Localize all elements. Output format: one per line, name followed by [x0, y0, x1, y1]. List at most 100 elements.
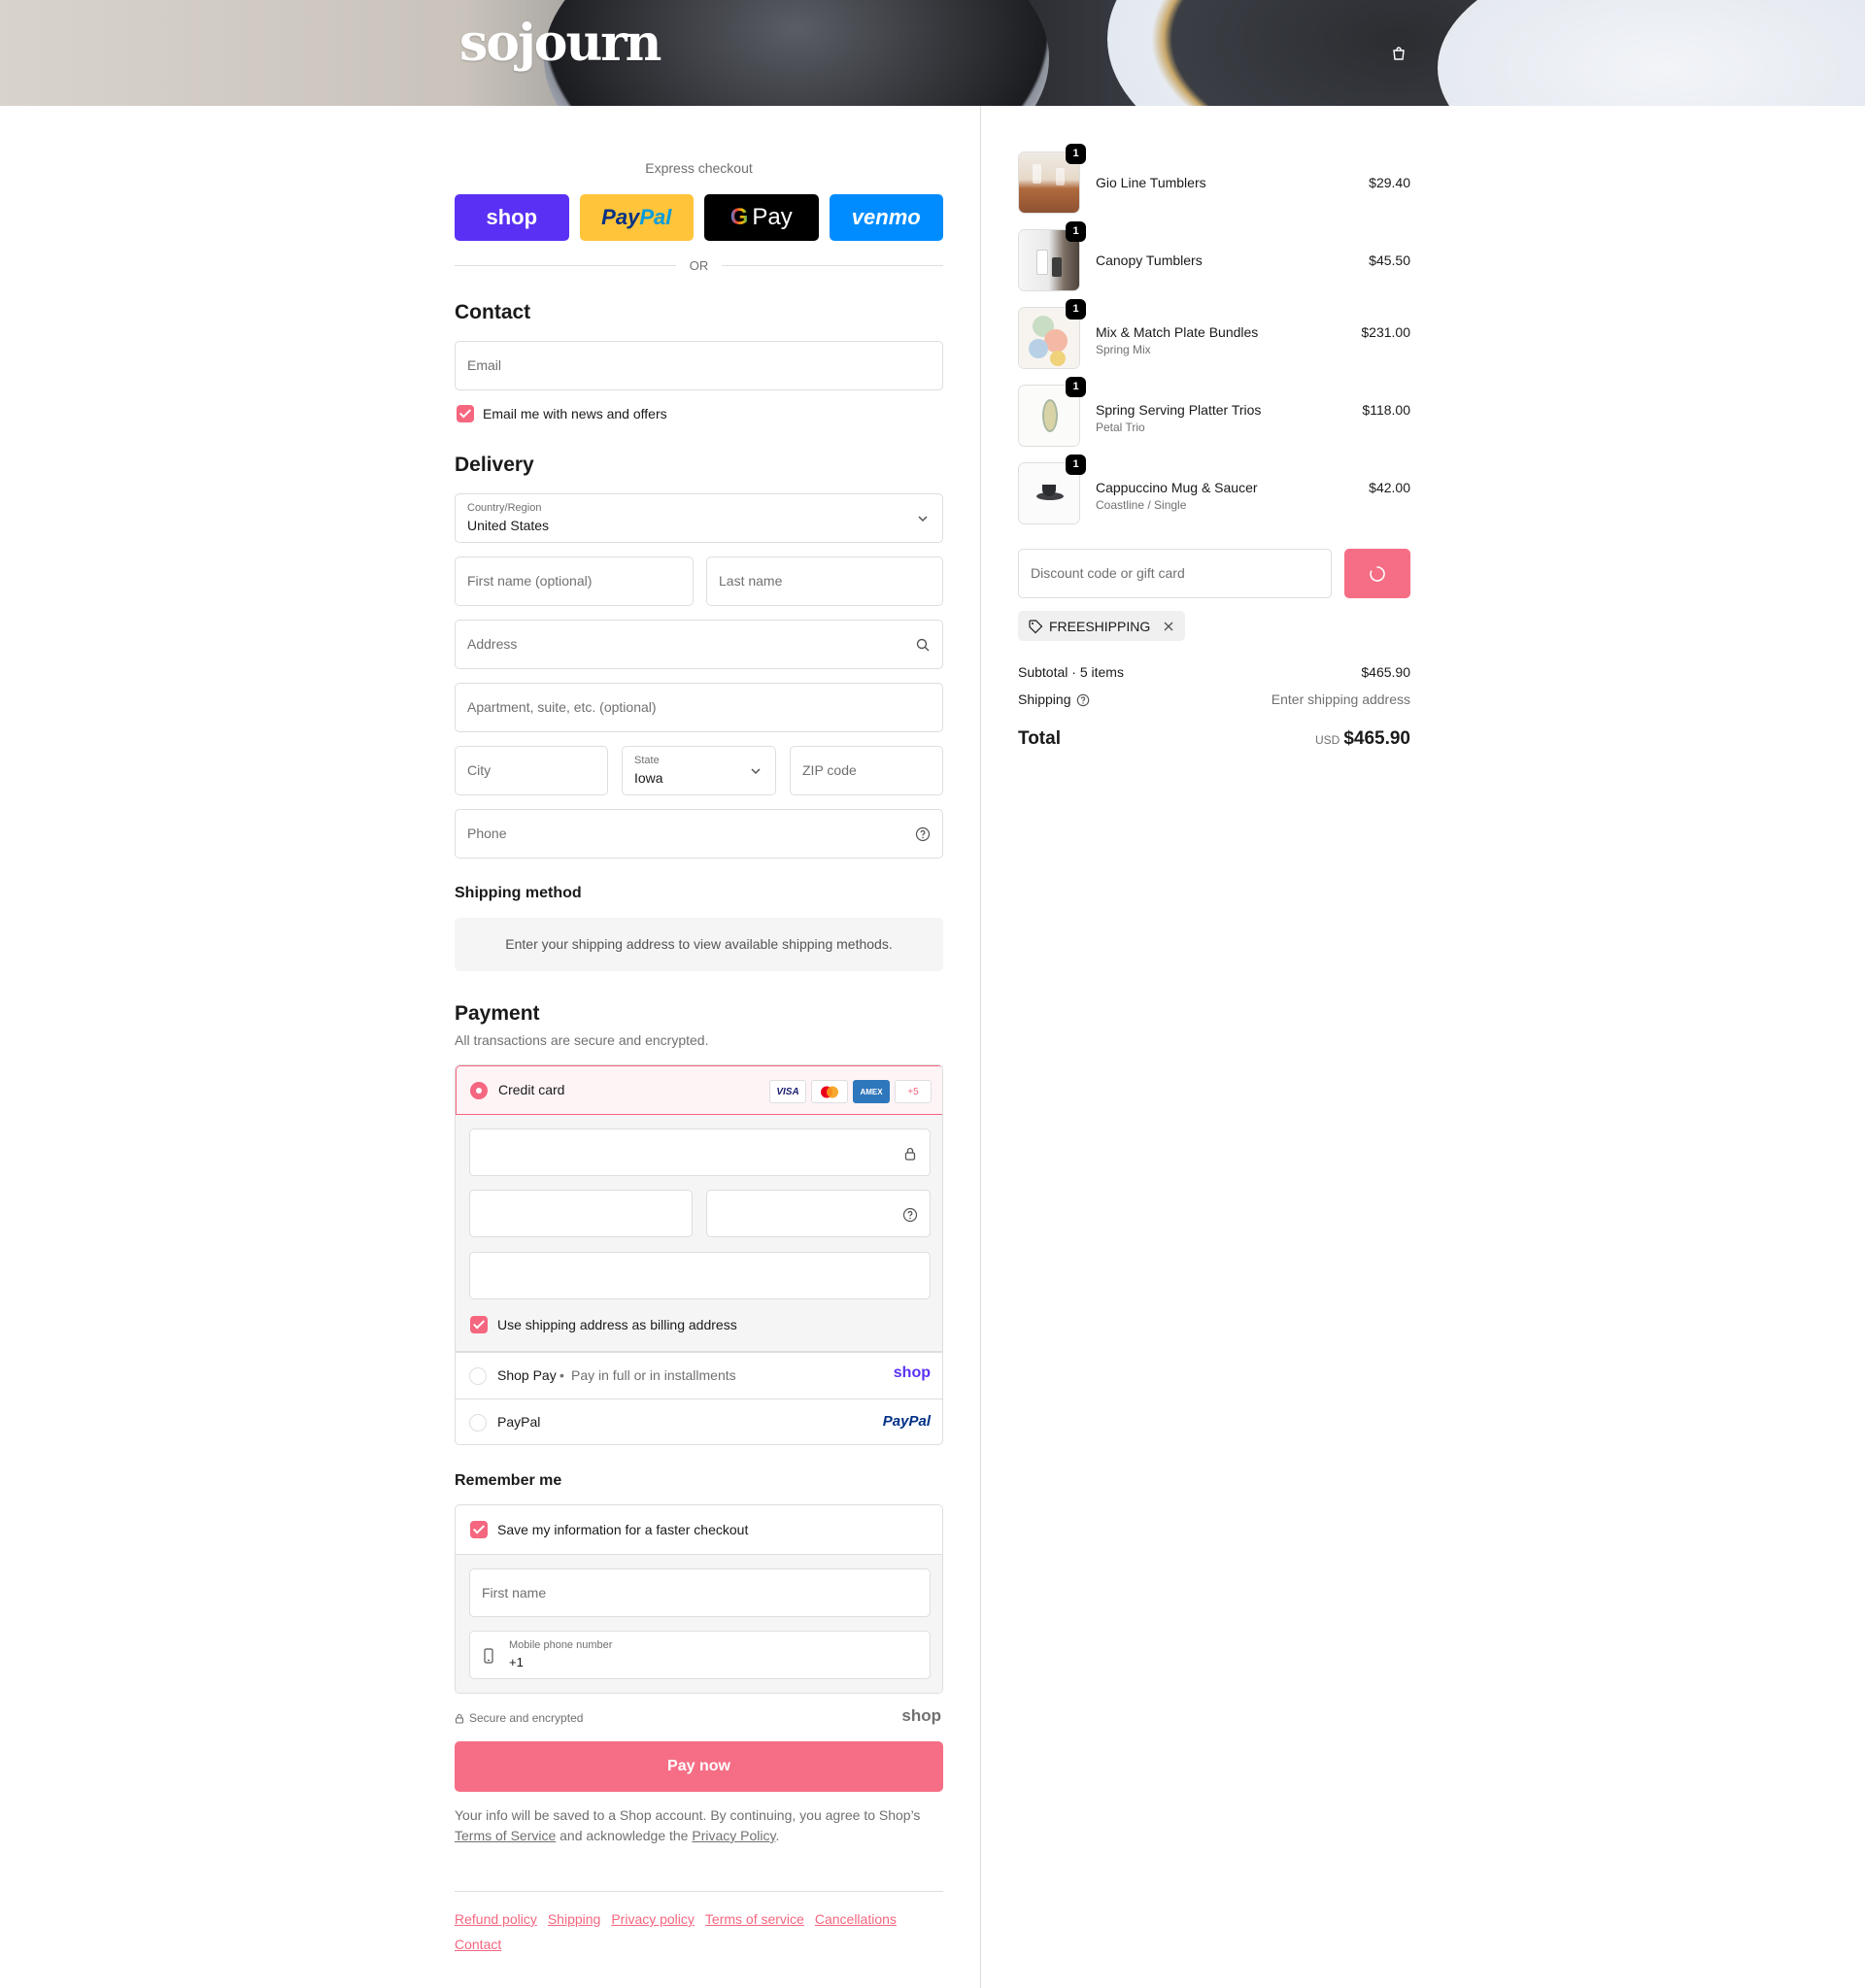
- privacy-policy-link[interactable]: Privacy Policy: [692, 1828, 775, 1843]
- express-checkout-buttons: shop Pay Pal G Pay venmo: [455, 194, 943, 241]
- billing-same-label: Use shipping address as billing address: [497, 1317, 737, 1332]
- or-label: OR: [689, 258, 709, 273]
- paypal-radio[interactable]: [469, 1414, 487, 1432]
- remember-me-box: Save my information for a faster checkou…: [455, 1504, 943, 1694]
- shipping-value: Enter shipping address: [1271, 691, 1410, 707]
- apply-discount-button[interactable]: [1344, 549, 1410, 598]
- line-item: 1 Gio Line Tumblers $29.40: [1018, 144, 1410, 214]
- shop-pay-express-button[interactable]: shop: [455, 194, 569, 241]
- remember-me-form: First name Mobile phone number +1: [456, 1554, 942, 1693]
- first-name-field[interactable]: First name (optional): [455, 556, 694, 606]
- remember-first-name-placeholder: First name: [482, 1585, 547, 1601]
- shop-logo: shop: [893, 1365, 931, 1381]
- item-price: $45.50: [1369, 253, 1410, 268]
- help-icon[interactable]: [915, 826, 931, 842]
- store-logo[interactable]: sojourn: [459, 14, 661, 73]
- column-divider: [980, 106, 981, 1988]
- footer-link-shipping[interactable]: Shipping: [548, 1906, 601, 1932]
- payment-heading: Payment: [455, 1002, 540, 1025]
- quantity-badge: 1: [1066, 377, 1086, 397]
- remember-first-name-field[interactable]: First name: [469, 1568, 931, 1617]
- banner-plate-image: [1438, 0, 1865, 106]
- subtotal-row: Subtotal · 5 items $465.90: [1018, 664, 1410, 680]
- item-price: $29.40: [1369, 175, 1410, 190]
- expiry-field[interactable]: [469, 1190, 693, 1237]
- shop-pay-radio[interactable]: [469, 1367, 487, 1385]
- legal-text-part: .: [775, 1828, 780, 1843]
- footer-link-refund-policy[interactable]: Refund policy: [455, 1906, 537, 1932]
- remove-discount-icon[interactable]: [1162, 620, 1175, 633]
- card-number-field[interactable]: [469, 1129, 931, 1176]
- last-name-field[interactable]: Last name: [706, 556, 943, 606]
- discount-code-field[interactable]: Discount code or gift card: [1018, 549, 1332, 598]
- apartment-placeholder: Apartment, suite, etc. (optional): [467, 699, 657, 715]
- footer-links: Refund policy Shipping Privacy policy Terms…: [455, 1906, 943, 1957]
- line-item: 1 Spring Serving Platter Trios Petal Tri…: [1018, 377, 1410, 447]
- phone-field[interactable]: Phone: [455, 809, 943, 859]
- help-icon[interactable]: [1076, 693, 1090, 707]
- google-pay-express-button[interactable]: G Pay: [704, 194, 819, 241]
- zip-placeholder: ZIP code: [802, 762, 857, 778]
- item-variant: Petal Trio: [1096, 421, 1145, 434]
- mobile-phone-label: Mobile phone number: [509, 1639, 613, 1651]
- loading-spinner-icon: [1370, 566, 1385, 582]
- email-field[interactable]: Email: [455, 341, 943, 390]
- line-item: 1 Cappuccino Mug & Saucer Coastline / Si…: [1018, 455, 1410, 524]
- footer-link-contact[interactable]: Contact: [455, 1932, 501, 1957]
- footer-link-cancellations[interactable]: Cancellations: [815, 1906, 897, 1932]
- news-checkbox[interactable]: [457, 405, 474, 422]
- state-select[interactable]: State Iowa: [622, 746, 776, 795]
- tag-icon: [1029, 619, 1043, 633]
- divider-line: [455, 265, 676, 266]
- express-checkout-title: Express checkout: [645, 160, 753, 176]
- secure-encrypted-label: Secure and encrypted: [469, 1711, 584, 1725]
- country-value: United States: [467, 518, 550, 533]
- zip-field[interactable]: ZIP code: [790, 746, 943, 795]
- save-info-checkbox[interactable]: [470, 1521, 488, 1538]
- pay-now-button[interactable]: Pay now: [455, 1741, 943, 1792]
- contact-heading: Contact: [455, 301, 531, 323]
- news-checkbox-label: Email me with news and offers: [483, 406, 667, 421]
- or-divider: OR: [455, 258, 943, 273]
- save-info-label: Save my information for a faster checkou…: [497, 1522, 749, 1537]
- venmo-express-button[interactable]: venmo: [829, 194, 943, 241]
- credit-card-option[interactable]: Credit card VISA AMEX +5: [456, 1065, 942, 1115]
- paypal-logo: PayPal: [882, 1413, 931, 1430]
- footer-link-privacy-policy[interactable]: Privacy policy: [611, 1906, 695, 1932]
- shop-label: shop: [486, 205, 538, 229]
- legal-text-part: Your info will be saved to a Shop accoun…: [455, 1807, 921, 1823]
- item-price: $231.00: [1361, 324, 1410, 340]
- address-field[interactable]: Address: [455, 620, 943, 669]
- venmo-label: venmo: [851, 205, 921, 229]
- country-select[interactable]: Country/Region United States: [455, 493, 943, 543]
- quantity-badge: 1: [1066, 144, 1086, 164]
- credit-card-radio[interactable]: [470, 1082, 488, 1099]
- subtotal-value: $465.90: [1361, 664, 1410, 680]
- security-code-field[interactable]: [706, 1190, 931, 1237]
- footer-link-terms-of-service[interactable]: Terms of service: [705, 1906, 804, 1932]
- google-g-icon: G: [729, 204, 749, 230]
- total-amount: USD $465.90: [1315, 728, 1410, 750]
- billing-same-checkbox[interactable]: [470, 1316, 488, 1333]
- shop-pay-option[interactable]: Shop Pay • Pay in full or in installment…: [456, 1352, 942, 1398]
- help-icon[interactable]: [902, 1207, 918, 1223]
- mastercard-icon: [811, 1080, 848, 1103]
- item-variant: Coastline / Single: [1096, 498, 1187, 512]
- paypal-option[interactable]: PayPal PayPal: [456, 1398, 942, 1444]
- terms-of-service-link[interactable]: Terms of Service: [455, 1828, 556, 1843]
- payment-subtitle: All transactions are secure and encrypte…: [455, 1032, 709, 1048]
- item-name: Mix & Match Plate Bundles: [1096, 324, 1259, 340]
- item-price: $118.00: [1362, 402, 1410, 418]
- shipping-row: Shipping Enter shipping address: [1018, 691, 1410, 707]
- name-on-card-field[interactable]: [469, 1252, 931, 1299]
- footer-divider: [455, 1891, 943, 1892]
- paypal-express-button[interactable]: Pay Pal: [579, 194, 694, 241]
- item-name: Canopy Tumblers: [1096, 253, 1203, 268]
- amex-icon: AMEX: [853, 1080, 890, 1103]
- shop-pay-label: Shop Pay: [497, 1367, 557, 1383]
- cart-icon[interactable]: [1391, 46, 1407, 61]
- applied-discount-tag: FREESHIPPING: [1018, 611, 1186, 641]
- apartment-field[interactable]: Apartment, suite, etc. (optional): [455, 683, 943, 732]
- mobile-phone-field[interactable]: Mobile phone number +1: [469, 1631, 931, 1679]
- city-field[interactable]: City: [455, 746, 608, 795]
